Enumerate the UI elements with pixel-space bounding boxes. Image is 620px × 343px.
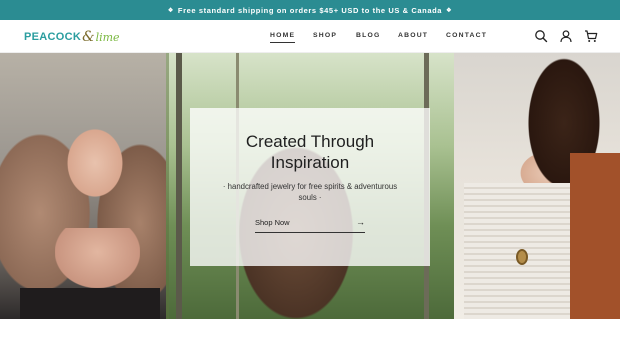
hero-banner: Created Through Inspiration · handcrafte… <box>0 53 620 319</box>
nav-home[interactable]: HOME <box>270 32 296 43</box>
pendant-necklace <box>516 249 528 265</box>
nav-about[interactable]: ABOUT <box>398 32 428 39</box>
nav-contact[interactable]: CONTACT <box>446 32 487 39</box>
shop-now-label: Shop Now <box>255 217 290 227</box>
logo-word-lime: lime <box>95 30 120 44</box>
hero-photo-right <box>454 53 620 319</box>
announcement-bar: ❖ Free standard shipping on orders $45+ … <box>0 0 620 20</box>
shop-now-button[interactable]: Shop Now → <box>255 217 365 233</box>
hero-text-box: Created Through Inspiration · handcrafte… <box>190 108 430 266</box>
nav-shop[interactable]: SHOP <box>313 32 337 39</box>
site-logo[interactable]: PEACOCK & lime <box>24 27 120 47</box>
logo-word-peacock: PEACOCK <box>24 31 82 43</box>
cart-icon[interactable] <box>584 29 598 43</box>
page-content-start <box>0 319 620 343</box>
site-header: PEACOCK & lime HOME SHOP BLOG ABOUT CONT… <box>0 20 620 53</box>
nav-blog[interactable]: BLOG <box>356 32 380 39</box>
arrow-right-icon: → <box>356 217 365 227</box>
header-icons <box>534 29 598 43</box>
announcement-text: Free standard shipping on orders $45+ US… <box>177 5 443 15</box>
search-icon[interactable] <box>534 29 548 43</box>
hero-title: Created Through Inspiration <box>245 132 375 172</box>
diamond-icon: ❖ <box>167 7 174 14</box>
logo-ampersand: & <box>82 29 95 45</box>
hero-photo-left <box>0 53 166 319</box>
hero-subtitle: · handcrafted jewelry for free spirits &… <box>222 182 398 202</box>
diamond-icon: ❖ <box>446 7 453 14</box>
account-icon[interactable] <box>559 29 573 43</box>
